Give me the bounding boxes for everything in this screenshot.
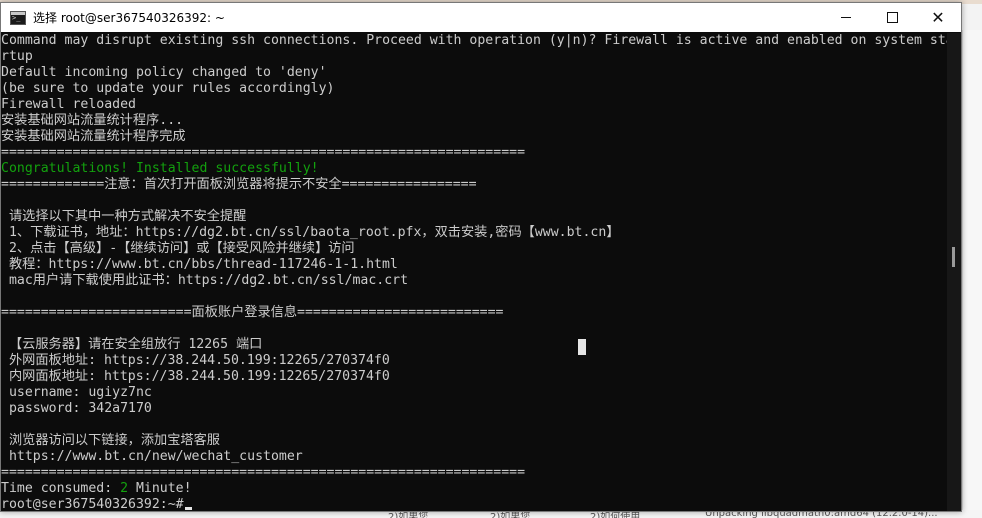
terminal-lines: Command may disrupt existing ssh connect… xyxy=(1,33,947,481)
terminal-line: 1、下载证书，地址：https://dg2.bt.cn/ssl/baota_ro… xyxy=(1,225,620,240)
console-window[interactable]: 选择 root@ser367540326392: ~ ✕ Command may… xyxy=(0,2,962,512)
shell-prompt: root@ser367540326392:~# xyxy=(1,497,184,511)
terminal-line: mac用户请下载使用此证书：https://dg2.bt.cn/ssl/mac.… xyxy=(1,273,409,288)
minimize-button[interactable] xyxy=(823,3,869,32)
terminal-output[interactable]: Command may disrupt existing ssh connect… xyxy=(1,33,947,511)
terminal-line: Command may disrupt existing ssh connect… xyxy=(1,33,947,48)
terminal-line: 请选择以下其中一种方式解决不安全提醒 xyxy=(1,209,247,224)
terminal-line: Firewall reloaded xyxy=(1,97,136,112)
shell-prompt-line[interactable]: root@ser367540326392:~# xyxy=(1,497,947,511)
time-consumed-value: 2 xyxy=(120,481,129,496)
terminal-line: Congratulations! Installed successfully! xyxy=(1,161,319,176)
window-title: 选择 root@ser367540326392: ~ xyxy=(33,11,225,25)
terminal-line: ========================================… xyxy=(1,465,526,480)
terminal-line: password: 342a7170 xyxy=(1,401,152,416)
title-bar[interactable]: 选择 root@ser367540326392: ~ ✕ xyxy=(1,3,961,32)
text-cursor xyxy=(184,507,192,510)
terminal-line: =============注意：首次打开面板浏览器将提示不安全=========… xyxy=(1,177,477,192)
time-consumed-suffix: Minute! xyxy=(128,481,192,496)
terminal-line: 【云服务器】请在安全组放行 12265 端口 xyxy=(1,337,263,352)
terminal-line: 2、点击【高级】-【继续访问】或【接受风险并继续】访问 xyxy=(1,241,355,256)
terminal-line: (be sure to update your rules accordingl… xyxy=(1,81,335,96)
terminal-line: 外网面板地址: https://38.244.50.199:12265/2703… xyxy=(1,353,390,368)
terminal-line: rtup xyxy=(1,49,33,64)
terminal-line: https://www.bt.cn/new/wechat_customer xyxy=(1,449,303,464)
vertical-scrollbar[interactable] xyxy=(947,33,961,511)
scrollbar-thumb[interactable] xyxy=(952,247,955,267)
terminal-line: ========================面板账户登录信息========… xyxy=(1,305,504,320)
terminal-line: username: ugiyz7nc xyxy=(1,385,152,400)
terminal-line: Default incoming policy changed to 'deny… xyxy=(1,65,327,80)
terminal-line: 安装基础网站流量统计程序完成 xyxy=(1,129,186,144)
terminal-line: 浏览器访问以下链接，添加宝塔客服 xyxy=(1,433,220,448)
terminal-line: ========================================… xyxy=(1,145,526,160)
terminal-app-icon[interactable] xyxy=(10,10,26,25)
terminal-line: 内网面板地址: https://38.244.50.199:12265/2703… xyxy=(1,369,390,384)
time-consumed-prefix: Time consumed: xyxy=(1,481,121,496)
selection-cursor xyxy=(578,339,586,355)
close-button[interactable]: ✕ xyxy=(915,3,961,32)
time-consumed-line: Time consumed: 2 Minute! xyxy=(1,481,947,497)
terminal-line: 安装基础网站流量统计程序... xyxy=(1,113,184,128)
background-window-edge xyxy=(962,30,982,518)
maximize-button[interactable] xyxy=(869,3,915,32)
terminal-line: 教程：https://www.bt.cn/bbs/thread-117246-1… xyxy=(1,257,398,272)
window-controls: ✕ xyxy=(823,3,961,32)
